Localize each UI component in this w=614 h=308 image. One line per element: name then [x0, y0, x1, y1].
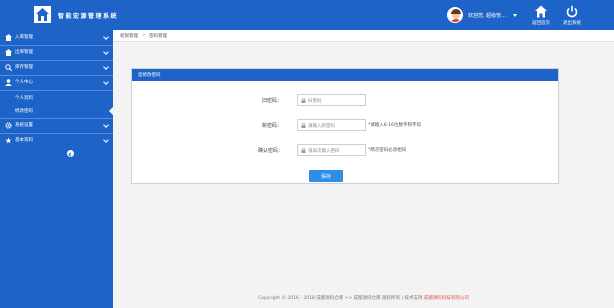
sidebar-item-system-settings[interactable]: 系统设置 [0, 118, 113, 133]
lock-icon [301, 123, 306, 128]
sidebar-item-label: 出库管理 [15, 50, 33, 55]
confirm-password-hint: *两次密码必须相同 [368, 148, 407, 153]
logo-house-icon [34, 6, 51, 23]
power-icon [566, 5, 578, 18]
new-password-label: 新密码： [262, 123, 283, 129]
chevron-down-icon [103, 137, 109, 143]
sidebar-item-label: 基本资料 [15, 138, 33, 143]
home-icon [535, 5, 547, 18]
gear-icon [5, 122, 12, 129]
sidebar-item-label: 入库管理 [15, 35, 33, 40]
sidebar-item-label: 库存管理 [15, 65, 33, 70]
sidebar: 入库管理 出库管理 库存管理 个人中心 个人资料 修改密码 系统设置 基本资料 [0, 30, 113, 308]
chevron-down-icon [103, 79, 109, 85]
top-header: 智能宏源管理系统 欢迎您, 超级管... 返回首页 退出系统 [0, 0, 614, 30]
sidebar-subitem-label: 修改密码 [15, 109, 33, 114]
outbound-icon [5, 49, 12, 56]
old-password-placeholder: 旧密码 [308, 99, 322, 104]
sidebar-subitem-label: 个人资料 [15, 96, 33, 101]
footer-text: Copyright © 2016 - 2018 成都源码仓库 >> 成都源码仓库… [258, 296, 423, 301]
avatar[interactable] [447, 7, 463, 23]
confirm-password-label: 确认密码： [258, 148, 284, 154]
chevron-down-icon [103, 34, 109, 40]
sidebar-subitem-profile[interactable]: 个人资料 [0, 92, 113, 104]
lock-icon [301, 148, 306, 153]
app-logo-text: 智能宏源管理系统 [58, 13, 119, 20]
sidebar-item-inbound[interactable]: 入库管理 [0, 30, 113, 45]
caret-down-icon[interactable] [512, 13, 517, 17]
new-password-field[interactable]: 请输入新密码 [297, 119, 366, 131]
footer-company-link[interactable]: 成都源码科技有限公司 [424, 296, 469, 301]
sidebar-collapse-button[interactable] [67, 150, 74, 157]
home-icon [5, 34, 12, 41]
chevron-down-icon [103, 49, 109, 55]
sidebar-item-label: 个人中心 [15, 80, 33, 85]
panel-title: 您修改密码 [138, 73, 161, 78]
confirm-password-placeholder: 请再次输入密码 [308, 149, 340, 154]
footer: Copyright © 2016 - 2018 成都源码仓库 >> 成都源码仓库… [113, 295, 614, 301]
panel-header: 您修改密码 [132, 69, 558, 81]
save-button[interactable]: 保存 [309, 170, 343, 182]
new-password-hint: *请输入6-16位数字和字母 [368, 123, 421, 128]
old-password-field[interactable]: 旧密码 [297, 94, 366, 106]
sidebar-subitem-change-password[interactable]: 修改密码 [0, 105, 113, 117]
chevron-down-icon [103, 64, 109, 70]
user-menu[interactable]: 欢迎您, 超级管... [447, 7, 517, 23]
logout-button-label: 退出系统 [563, 21, 581, 26]
sidebar-item-personal-center[interactable]: 个人中心 [0, 75, 113, 90]
home-button[interactable]: 返回首页 [527, 3, 555, 28]
logout-button[interactable]: 退出系统 [558, 3, 586, 28]
sidebar-item-label: 系统设置 [15, 123, 33, 128]
new-password-placeholder: 请输入新密码 [308, 124, 335, 129]
chevron-down-icon [103, 122, 109, 128]
sidebar-item-basic-data[interactable]: 基本资料 [0, 133, 113, 148]
inventory-icon [5, 64, 12, 71]
lock-icon [301, 98, 306, 103]
confirm-password-field[interactable]: 请再次输入密码 [297, 144, 366, 156]
home-button-label: 返回首页 [532, 21, 550, 26]
data-icon [5, 137, 12, 144]
sidebar-item-outbound[interactable]: 出库管理 [0, 45, 113, 60]
old-password-label: 旧密码： [262, 98, 283, 104]
breadcrumb-separator: > [142, 33, 146, 38]
user-name[interactable]: 欢迎您, 超级管... [468, 12, 506, 19]
breadcrumb-parent[interactable]: 权限管理 [120, 33, 138, 39]
sidebar-item-inventory[interactable]: 库存管理 [0, 60, 113, 75]
active-indicator [109, 107, 113, 115]
breadcrumb-current: 密码管理 [149, 34, 167, 39]
breadcrumb: 权限管理 > 密码管理 [113, 30, 614, 42]
user-icon [5, 79, 12, 86]
